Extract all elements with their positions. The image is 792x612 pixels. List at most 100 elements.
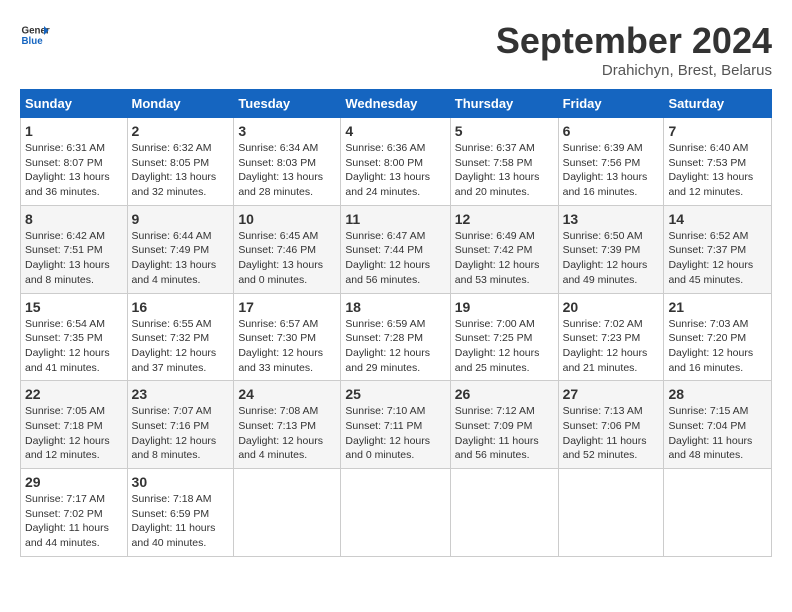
calendar-cell: 9 Sunrise: 6:44 AMSunset: 7:49 PMDaylight… (127, 205, 234, 293)
weekday-header-sunday: Sunday (21, 90, 128, 118)
day-number: 23 (132, 386, 230, 402)
day-info: Sunrise: 6:40 AMSunset: 7:53 PMDaylight:… (668, 141, 767, 200)
calendar-cell: 13Sunrise: 6:50 AMSunset: 7:39 PMDayligh… (558, 205, 664, 293)
day-info: Sunrise: 6:31 AMSunset: 8:07 PMDaylight:… (25, 141, 123, 200)
day-info: Sunrise: 6:39 AMSunset: 7:56 PMDaylight:… (563, 141, 660, 200)
day-number: 17 (238, 299, 336, 315)
day-info: Sunrise: 7:08 AMSunset: 7:13 PMDaylight:… (238, 404, 336, 463)
day-number: 8 (25, 211, 123, 227)
calendar-cell: 12 Sunrise: 6:49 AMSunset: 7:42 PMDayligh… (450, 205, 558, 293)
weekday-header-saturday: Saturday (664, 90, 772, 118)
day-info: Sunrise: 6:54 AMSunset: 7:35 PMDaylight:… (25, 317, 123, 376)
calendar-cell: 26 Sunrise: 7:12 AMSunset: 7:09 PMDayligh… (450, 381, 558, 469)
day-number: 6 (563, 123, 660, 139)
day-info: Sunrise: 6:44 AMSunset: 7:49 PMDaylight:… (132, 229, 230, 288)
weekday-header-wednesday: Wednesday (341, 90, 450, 118)
day-number: 11 (345, 211, 445, 227)
day-number: 12 (455, 211, 554, 227)
day-info: Sunrise: 6:55 AMSunset: 7:32 PMDaylight:… (132, 317, 230, 376)
day-number: 26 (455, 386, 554, 402)
calendar-cell: 23 Sunrise: 7:07 AMSunset: 7:16 PMDayligh… (127, 381, 234, 469)
day-info: Sunrise: 6:57 AMSunset: 7:30 PMDaylight:… (238, 317, 336, 376)
weekday-header-monday: Monday (127, 90, 234, 118)
svg-text:Blue: Blue (22, 36, 44, 47)
day-info: Sunrise: 6:52 AMSunset: 7:37 PMDaylight:… (668, 229, 767, 288)
calendar-cell (341, 469, 450, 557)
day-info: Sunrise: 6:50 AMSunset: 7:39 PMDaylight:… (563, 229, 660, 288)
day-number: 10 (238, 211, 336, 227)
calendar-cell: 16 Sunrise: 6:55 AMSunset: 7:32 PMDayligh… (127, 293, 234, 381)
day-number: 25 (345, 386, 445, 402)
calendar-week-row: 22 Sunrise: 7:05 AMSunset: 7:18 PMDayligh… (21, 381, 772, 469)
day-info: Sunrise: 7:07 AMSunset: 7:16 PMDaylight:… (132, 404, 230, 463)
calendar-cell (558, 469, 664, 557)
day-info: Sunrise: 6:42 AMSunset: 7:51 PMDaylight:… (25, 229, 123, 288)
day-info: Sunrise: 7:00 AMSunset: 7:25 PMDaylight:… (455, 317, 554, 376)
day-info: Sunrise: 6:47 AMSunset: 7:44 PMDaylight:… (345, 229, 445, 288)
calendar-cell: 20Sunrise: 7:02 AMSunset: 7:23 PMDayligh… (558, 293, 664, 381)
calendar-cell: 24 Sunrise: 7:08 AMSunset: 7:13 PMDayligh… (234, 381, 341, 469)
day-info: Sunrise: 7:03 AMSunset: 7:20 PMDaylight:… (668, 317, 767, 376)
calendar-cell: 10 Sunrise: 6:45 AMSunset: 7:46 PMDayligh… (234, 205, 341, 293)
day-info: Sunrise: 6:36 AMSunset: 8:00 PMDaylight:… (345, 141, 445, 200)
day-info: Sunrise: 6:45 AMSunset: 7:46 PMDaylight:… (238, 229, 336, 288)
page-header: General Blue September 2024 Drahichyn, B… (20, 20, 772, 79)
calendar-body: 1 Sunrise: 6:31 AMSunset: 8:07 PMDaylight… (21, 118, 772, 557)
calendar-cell: 3Sunrise: 6:34 AMSunset: 8:03 PMDaylight… (234, 118, 341, 206)
calendar-cell: 25 Sunrise: 7:10 AMSunset: 7:11 PMDayligh… (341, 381, 450, 469)
day-info: Sunrise: 6:59 AMSunset: 7:28 PMDaylight:… (345, 317, 445, 376)
day-number: 2 (132, 123, 230, 139)
title-area: September 2024 Drahichyn, Brest, Belarus (496, 20, 772, 79)
day-info: Sunrise: 7:15 AMSunset: 7:04 PMDaylight:… (668, 404, 767, 463)
calendar-cell: 4 Sunrise: 6:36 AMSunset: 8:00 PMDaylight… (341, 118, 450, 206)
location-subtitle: Drahichyn, Brest, Belarus (496, 62, 772, 79)
calendar-cell: 21 Sunrise: 7:03 AMSunset: 7:20 PMDayligh… (664, 293, 772, 381)
day-info: Sunrise: 7:18 AMSunset: 6:59 PMDaylight:… (132, 492, 230, 551)
calendar-cell: 28 Sunrise: 7:15 AMSunset: 7:04 PMDayligh… (664, 381, 772, 469)
day-info: Sunrise: 6:37 AMSunset: 7:58 PMDaylight:… (455, 141, 554, 200)
day-number: 9 (132, 211, 230, 227)
calendar-cell: 22 Sunrise: 7:05 AMSunset: 7:18 PMDayligh… (21, 381, 128, 469)
calendar-cell (234, 469, 341, 557)
calendar-cell: 2 Sunrise: 6:32 AMSunset: 8:05 PMDaylight… (127, 118, 234, 206)
weekday-header-thursday: Thursday (450, 90, 558, 118)
calendar-cell: 7 Sunrise: 6:40 AMSunset: 7:53 PMDaylight… (664, 118, 772, 206)
day-number: 28 (668, 386, 767, 402)
weekday-header-row: SundayMondayTuesdayWednesdayThursdayFrid… (21, 90, 772, 118)
day-number: 7 (668, 123, 767, 139)
day-number: 20 (563, 299, 660, 315)
calendar-cell: 14 Sunrise: 6:52 AMSunset: 7:37 PMDayligh… (664, 205, 772, 293)
calendar-cell: 30Sunrise: 7:18 AMSunset: 6:59 PMDayligh… (127, 469, 234, 557)
calendar-table: SundayMondayTuesdayWednesdayThursdayFrid… (20, 89, 772, 557)
calendar-week-row: 8 Sunrise: 6:42 AMSunset: 7:51 PMDaylight… (21, 205, 772, 293)
calendar-cell: 1 Sunrise: 6:31 AMSunset: 8:07 PMDaylight… (21, 118, 128, 206)
day-info: Sunrise: 7:13 AMSunset: 7:06 PMDaylight:… (563, 404, 660, 463)
day-info: Sunrise: 6:49 AMSunset: 7:42 PMDaylight:… (455, 229, 554, 288)
calendar-cell: 6 Sunrise: 6:39 AMSunset: 7:56 PMDaylight… (558, 118, 664, 206)
day-number: 18 (345, 299, 445, 315)
day-info: Sunrise: 7:05 AMSunset: 7:18 PMDaylight:… (25, 404, 123, 463)
day-info: Sunrise: 6:32 AMSunset: 8:05 PMDaylight:… (132, 141, 230, 200)
day-number: 15 (25, 299, 123, 315)
calendar-cell: 15 Sunrise: 6:54 AMSunset: 7:35 PMDayligh… (21, 293, 128, 381)
calendar-cell (664, 469, 772, 557)
calendar-cell: 8 Sunrise: 6:42 AMSunset: 7:51 PMDaylight… (21, 205, 128, 293)
logo-icon: General Blue (20, 20, 50, 50)
calendar-cell: 29Sunrise: 7:17 AMSunset: 7:02 PMDayligh… (21, 469, 128, 557)
day-number: 21 (668, 299, 767, 315)
calendar-cell: 11 Sunrise: 6:47 AMSunset: 7:44 PMDayligh… (341, 205, 450, 293)
day-number: 14 (668, 211, 767, 227)
day-number: 24 (238, 386, 336, 402)
day-number: 27 (563, 386, 660, 402)
calendar-cell: 5Sunrise: 6:37 AMSunset: 7:58 PMDaylight… (450, 118, 558, 206)
day-number: 22 (25, 386, 123, 402)
day-info: Sunrise: 7:12 AMSunset: 7:09 PMDaylight:… (455, 404, 554, 463)
calendar-week-row: 15 Sunrise: 6:54 AMSunset: 7:35 PMDayligh… (21, 293, 772, 381)
day-number: 16 (132, 299, 230, 315)
day-number: 4 (345, 123, 445, 139)
calendar-cell: 17 Sunrise: 6:57 AMSunset: 7:30 PMDayligh… (234, 293, 341, 381)
day-info: Sunrise: 7:10 AMSunset: 7:11 PMDaylight:… (345, 404, 445, 463)
calendar-week-row: 29Sunrise: 7:17 AMSunset: 7:02 PMDayligh… (21, 469, 772, 557)
day-info: Sunrise: 6:34 AMSunset: 8:03 PMDaylight:… (238, 141, 336, 200)
day-number: 1 (25, 123, 123, 139)
